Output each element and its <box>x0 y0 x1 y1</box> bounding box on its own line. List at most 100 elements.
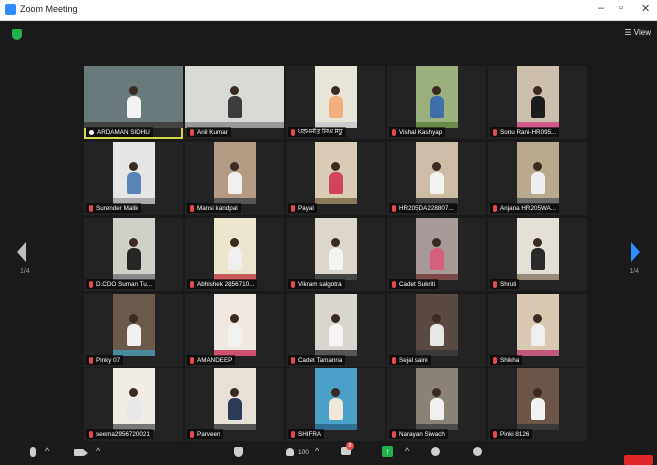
participant-tile[interactable]: Surender Malik <box>84 142 183 215</box>
participant-tile[interactable]: Payal <box>286 142 385 215</box>
participant-figure <box>429 172 444 194</box>
muted-mic-icon <box>392 280 396 288</box>
participant-video <box>213 142 256 204</box>
participant-figure <box>530 96 545 118</box>
participant-head <box>533 388 542 397</box>
participant-name: Sejal saini <box>399 356 428 364</box>
participant-head <box>230 314 239 323</box>
muted-mic-icon <box>291 128 295 136</box>
window-title: Zoom Meeting <box>20 4 78 14</box>
muted-mic-icon <box>392 430 396 438</box>
prev-page-arrow-icon[interactable] <box>17 242 26 262</box>
record-icon[interactable] <box>431 447 440 456</box>
participant-video <box>314 218 357 280</box>
participant-tile[interactable]: ਪਰਮਜੀਤ ਸਿੰਘ ਸੰਧੂ <box>286 66 385 139</box>
participant-video <box>415 294 458 356</box>
muted-mic-icon <box>190 280 194 288</box>
participant-tile[interactable]: Pinki 8126 <box>488 368 587 441</box>
participant-video <box>213 368 256 430</box>
participant-video <box>516 66 559 128</box>
maximize-button[interactable]: ▫ <box>619 2 623 14</box>
participant-figure <box>227 324 242 346</box>
security-icon[interactable] <box>234 447 243 457</box>
muted-mic-icon <box>392 204 396 212</box>
microphone-icon[interactable] <box>30 447 36 457</box>
video-camera-icon[interactable] <box>74 449 88 456</box>
reactions-icon[interactable] <box>473 447 482 456</box>
participant-name: Shruti <box>500 280 517 288</box>
muted-mic-icon <box>190 204 194 212</box>
name-label-bar: ਪਰਮਜੀਤ ਸਿੰਘ ਸੰਧੂ <box>288 127 346 137</box>
participant-tile[interactable]: Shruti <box>488 218 587 291</box>
participant-tile[interactable]: Sejal saini <box>387 294 486 367</box>
participants-icon[interactable] <box>286 448 294 456</box>
participant-head <box>432 86 441 95</box>
participant-tile[interactable]: Narayan Siwach <box>387 368 486 441</box>
participant-tile[interactable]: D.CDO Suman Tu... <box>84 218 183 291</box>
participant-head <box>230 238 239 247</box>
close-button[interactable]: ✕ <box>641 2 650 15</box>
share-screen-icon[interactable]: ↑ <box>382 446 393 457</box>
participant-tile[interactable]: Anjana HR205WA... <box>488 142 587 215</box>
participant-tile[interactable]: Pinky 07 <box>84 294 183 367</box>
participant-head <box>129 238 138 247</box>
muted-mic-icon <box>392 356 396 364</box>
participant-video <box>516 142 559 204</box>
minimize-button[interactable]: – <box>598 2 604 14</box>
participants-caret[interactable]: ^ <box>315 446 319 456</box>
participant-head <box>533 314 542 323</box>
end-meeting-button[interactable] <box>624 455 653 465</box>
muted-mic-icon <box>291 356 295 364</box>
participant-video <box>213 218 256 280</box>
meeting-toolbar: ^ ^ 100 ^ 8 ↑ ^ <box>0 442 657 465</box>
participant-video <box>213 294 256 356</box>
page-indicator-right: 1/4 <box>629 268 639 275</box>
name-label-bar: SHIFRA <box>288 429 325 439</box>
participant-head <box>129 314 138 323</box>
participant-tile[interactable]: ARDAMAN SIDHU <box>84 66 183 139</box>
participant-tile[interactable]: Abhishek 2856710... <box>185 218 284 291</box>
participant-tile[interactable]: seema2956720021 <box>84 368 183 441</box>
participant-video <box>112 218 155 280</box>
participant-head <box>533 238 542 247</box>
participant-name: ਪਰਮਜੀਤ ਸਿੰਘ ਸੰਧੂ <box>298 128 343 135</box>
participant-tile[interactable]: Sonu Rani-HR095... <box>488 66 587 139</box>
participant-name: Narayan Siwach <box>399 430 445 438</box>
participant-tile[interactable]: Anil Kumar <box>185 66 284 139</box>
participant-figure <box>429 398 444 420</box>
participant-tile[interactable]: Parveen <box>185 368 284 441</box>
participant-figure <box>429 324 444 346</box>
participant-tile[interactable]: Shikha <box>488 294 587 367</box>
name-label-bar: Cadet Sukriti <box>389 279 439 289</box>
yoga-mat <box>516 350 559 356</box>
participant-name: Cadet Tamanna <box>298 356 343 364</box>
share-options-caret[interactable]: ^ <box>405 446 409 456</box>
participant-name: Cadet Sukriti <box>399 280 436 288</box>
participant-figure <box>328 248 343 270</box>
mic-options-caret[interactable]: ^ <box>45 446 49 456</box>
participant-tile[interactable]: Mansi kandpal <box>185 142 284 215</box>
participant-tile[interactable]: Vishal Kashyap <box>387 66 486 139</box>
muted-mic-icon <box>291 280 295 288</box>
participant-tile[interactable]: SHIFRA <box>286 368 385 441</box>
name-label-bar: seema2956720021 <box>86 429 153 439</box>
participant-head <box>331 238 340 247</box>
participant-name: Payal <box>298 204 314 212</box>
video-options-caret[interactable]: ^ <box>96 446 100 456</box>
name-label-bar: Payal <box>288 203 317 213</box>
participant-figure <box>227 96 242 118</box>
next-page-arrow-icon[interactable] <box>631 242 640 262</box>
participant-tile[interactable]: Vikram salgotra <box>286 218 385 291</box>
participant-tile[interactable]: AMANDEEP <box>185 294 284 367</box>
name-label-bar: Anil Kumar <box>187 127 231 137</box>
participant-name: Anil Kumar <box>197 128 228 136</box>
name-label-bar: Vikram salgotra <box>288 279 345 289</box>
muted-mic-icon <box>190 128 194 136</box>
muted-mic-icon <box>190 430 194 438</box>
participant-tile[interactable]: Cadet Sukriti <box>387 218 486 291</box>
encryption-shield-icon[interactable] <box>12 29 22 40</box>
participant-name: Shikha <box>500 356 520 364</box>
participant-tile[interactable]: Cadet Tamanna <box>286 294 385 367</box>
participant-tile[interactable]: HR205DA228807... <box>387 142 486 215</box>
view-button[interactable]: ☰ View <box>624 28 651 37</box>
